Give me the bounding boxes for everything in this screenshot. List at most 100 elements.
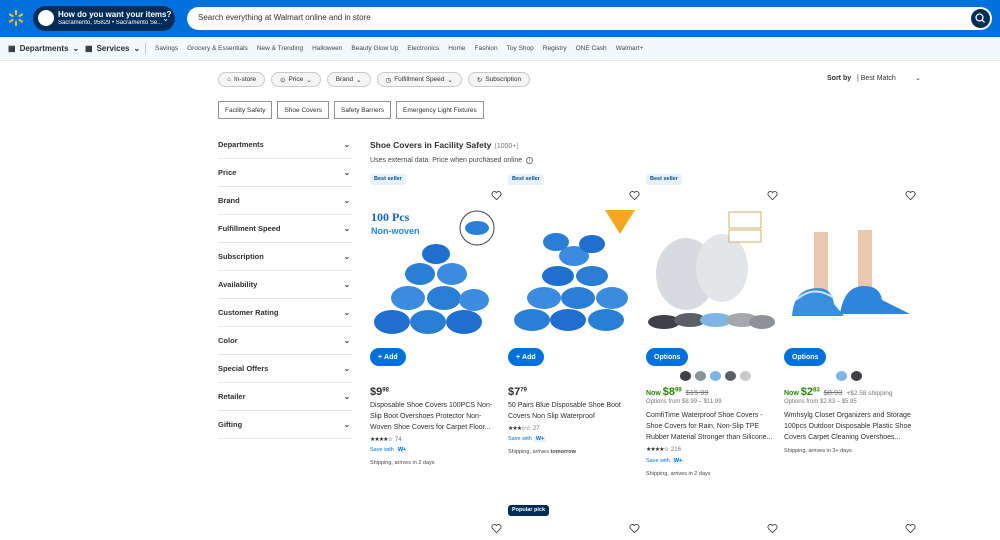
image-caption: 100 Pcs bbox=[371, 210, 410, 224]
filter-chip-brand[interactable]: Brand ⌄ bbox=[326, 72, 371, 87]
price-icon: ⊙ bbox=[279, 76, 286, 84]
product-image[interactable] bbox=[784, 204, 916, 334]
nav-link[interactable]: Beauty Glow Up bbox=[351, 45, 398, 52]
search-input[interactable]: Search everything at Walmart online and … bbox=[198, 13, 371, 22]
price-cents: 98 bbox=[382, 387, 389, 394]
sidebar-filter-availability[interactable]: Availability ⌄ bbox=[218, 271, 352, 299]
product-card[interactable]: Best seller 100 Pcs Non-woven + Add $998… bbox=[370, 174, 502, 484]
product-card[interactable] bbox=[646, 505, 778, 540]
color-swatch[interactable] bbox=[680, 371, 691, 381]
walmart-plus-save: Save with W+ bbox=[508, 436, 547, 442]
sort-dropdown[interactable]: Sort by | Best Match ⌄ bbox=[827, 75, 921, 82]
location-detail: Sacramento, 95829 • Sacramento Se... bbox=[58, 20, 163, 26]
departments-menu[interactable]: ▦ Departments ⌄ bbox=[8, 44, 79, 53]
shipping-fee: +$2.58 shipping bbox=[846, 390, 893, 397]
walmart-spark-icon[interactable] bbox=[8, 10, 24, 26]
chevron-down-icon: ⌄ bbox=[343, 364, 350, 373]
nav-link[interactable]: Registry bbox=[543, 45, 567, 52]
sidebar-filter-color[interactable]: Color ⌄ bbox=[218, 327, 352, 355]
nav-link[interactable]: Home bbox=[448, 45, 465, 52]
walmart-plus-icon: W+ bbox=[671, 458, 685, 464]
sidebar-filter-gifting[interactable]: Gifting ⌄ bbox=[218, 411, 352, 439]
nav-link[interactable]: Halloween bbox=[312, 45, 342, 52]
filter-chip-price[interactable]: ⊙ Price ⌄ bbox=[270, 72, 321, 87]
nav-link[interactable]: Electronics bbox=[407, 45, 439, 52]
heart-icon[interactable] bbox=[905, 190, 916, 201]
product-card[interactable]: Popular pick bbox=[508, 505, 640, 540]
nav-link[interactable]: ONE Cash bbox=[576, 45, 607, 52]
sidebar-filter-fulfillment[interactable]: Fulfillment Speed ⌄ bbox=[218, 215, 352, 243]
product-title[interactable]: Wmhsylg Closet Organizers and Storage 10… bbox=[784, 410, 914, 443]
nav-link[interactable]: Walmart+ bbox=[616, 45, 644, 52]
product-card[interactable]: Best seller Options Now $899 $15.99 Opti… bbox=[646, 174, 778, 484]
nav-link[interactable]: Savings bbox=[155, 45, 178, 52]
color-swatch[interactable] bbox=[695, 371, 706, 381]
product-image[interactable] bbox=[646, 204, 778, 334]
search-button[interactable] bbox=[971, 9, 990, 28]
category-pills: Facility Safety Shoe Covers Safety Barri… bbox=[218, 101, 484, 119]
heart-icon[interactable] bbox=[767, 523, 778, 534]
nav-divider bbox=[145, 43, 146, 54]
product-title[interactable]: 50 Pairs Blue Disposable Shoe Boot Cover… bbox=[508, 400, 638, 422]
sidebar-filter-retailer[interactable]: Retailer ⌄ bbox=[218, 383, 352, 411]
filter-chip-in-store[interactable]: ⌂ In-store bbox=[218, 72, 265, 87]
results-title: Shoe Covers in Facility Safety bbox=[370, 140, 492, 150]
chevron-down-icon: ⌄ bbox=[343, 280, 350, 289]
chip-label: Fulfillment Speed bbox=[394, 76, 445, 83]
location-selector[interactable]: How do you want your items? Sacramento, … bbox=[33, 6, 175, 31]
price-cents: 83 bbox=[812, 387, 820, 394]
heart-icon[interactable] bbox=[905, 523, 916, 534]
sidebar-filter-rating[interactable]: Customer Rating ⌄ bbox=[218, 299, 352, 327]
options-button[interactable]: Options bbox=[784, 348, 827, 366]
add-to-cart-button[interactable]: + Add bbox=[508, 348, 544, 366]
sidebar-filter-price[interactable]: Price ⌄ bbox=[218, 159, 352, 187]
shipping-text: Shipping, arrives in 2 days bbox=[370, 460, 435, 466]
category-pill[interactable]: Shoe Covers bbox=[277, 101, 330, 119]
save-text: Save with bbox=[370, 447, 394, 453]
search-bar[interactable]: Search everything at Walmart online and … bbox=[187, 7, 992, 30]
category-pill[interactable]: Facility Safety bbox=[218, 101, 273, 119]
product-image[interactable]: 100 Pcs Non-woven bbox=[370, 204, 502, 334]
chevron-down-icon: ⌄ bbox=[343, 392, 350, 401]
nav-link[interactable]: Fashion bbox=[475, 45, 498, 52]
add-to-cart-button[interactable]: + Add bbox=[370, 348, 406, 366]
color-swatch[interactable] bbox=[851, 371, 862, 381]
category-pill[interactable]: Safety Barriers bbox=[334, 101, 392, 119]
options-button[interactable]: Options bbox=[646, 348, 689, 366]
color-swatch[interactable] bbox=[725, 371, 736, 381]
heart-icon[interactable] bbox=[767, 190, 778, 201]
sidebar-filter-label: Fulfillment Speed bbox=[218, 224, 281, 233]
info-icon[interactable]: i bbox=[526, 157, 534, 164]
product-title[interactable]: Disposable Shoe Covers 100PCS Non-Slip B… bbox=[370, 400, 500, 433]
color-swatch[interactable] bbox=[740, 371, 751, 381]
sidebar-filter-special-offers[interactable]: Special Offers ⌄ bbox=[218, 355, 352, 383]
filter-chip-fulfillment[interactable]: ◷ Fulfillment Speed ⌄ bbox=[376, 72, 462, 87]
heart-icon[interactable] bbox=[491, 190, 502, 201]
save-text: Save with bbox=[646, 458, 670, 464]
color-swatch[interactable] bbox=[836, 371, 847, 381]
services-menu[interactable]: ▦ Services ⌄ bbox=[85, 44, 140, 53]
results-heading: Shoe Covers in Facility Safety (1000+) bbox=[370, 140, 519, 150]
color-swatch[interactable] bbox=[710, 371, 721, 381]
sidebar-filter-departments[interactable]: Departments ⌄ bbox=[218, 131, 352, 159]
category-pill[interactable]: Emergency Light Fixtures bbox=[396, 101, 484, 119]
product-card[interactable]: Best seller + Add $779 50 Pairs Blue Dis… bbox=[508, 174, 640, 484]
grid-icon: ▦ bbox=[8, 44, 16, 53]
product-card[interactable] bbox=[784, 505, 916, 540]
sidebar-filter-subscription[interactable]: Subscription ⌄ bbox=[218, 243, 352, 271]
product-image[interactable] bbox=[508, 204, 640, 334]
star-rating-icon: ★★★★☆ bbox=[370, 437, 393, 443]
product-title[interactable]: ComfiTime Waterproof Shoe Covers - Shoe … bbox=[646, 410, 776, 443]
heart-icon[interactable] bbox=[629, 523, 640, 534]
filter-chip-subscription[interactable]: ↻ Subscription bbox=[467, 72, 531, 87]
heart-icon[interactable] bbox=[491, 523, 502, 534]
product-card[interactable]: Options Now $283 $8.93 +$2.58 shipping O… bbox=[784, 174, 916, 484]
walmart-plus-icon: W+ bbox=[395, 447, 409, 453]
sidebar-filter-brand[interactable]: Brand ⌄ bbox=[218, 187, 352, 215]
chevron-down-icon: ⌄ bbox=[343, 224, 350, 233]
heart-icon[interactable] bbox=[629, 190, 640, 201]
nav-link[interactable]: Toy Shop bbox=[507, 45, 534, 52]
nav-link[interactable]: New & Trending bbox=[257, 45, 303, 52]
nav-link[interactable]: Grocery & Essentials bbox=[187, 45, 248, 52]
product-card[interactable] bbox=[370, 505, 502, 540]
